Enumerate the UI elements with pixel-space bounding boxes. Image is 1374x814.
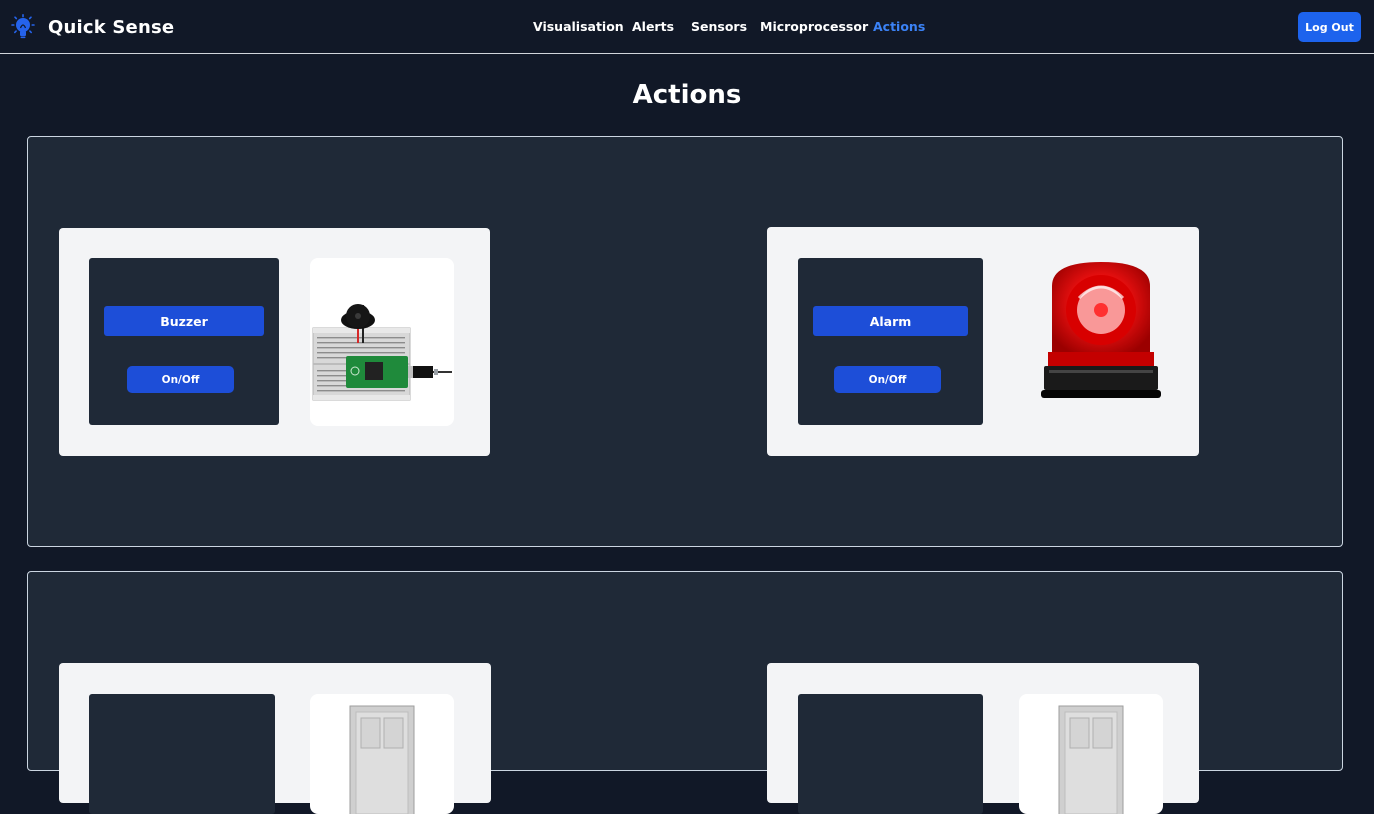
alarm-image [1019, 258, 1163, 426]
door-control-box-1 [89, 694, 275, 814]
nav-item-microprocessor[interactable]: Microprocessor [760, 19, 868, 34]
door-image-1 [310, 694, 454, 814]
top-navbar: Quick Sense Visualisation Alerts Sensors… [0, 0, 1374, 54]
alarm-control-box: Alarm On/Off [798, 258, 983, 425]
page-title: Actions [632, 80, 742, 110]
nav-item-actions[interactable]: Actions [873, 19, 925, 34]
door-card-2 [767, 663, 1199, 814]
door-icon [349, 705, 415, 814]
actions-panel-2 [27, 571, 1343, 814]
door-icon [1058, 705, 1124, 814]
actions-panel-1: Buzzer On/Off Alarm On/Off [27, 136, 1343, 547]
door-card-1 [59, 663, 491, 814]
nav-menu: Visualisation Alerts Sensors Microproces… [0, 19, 1374, 35]
nav-item-visualisation[interactable]: Visualisation [533, 19, 624, 34]
logout-button[interactable]: Log Out [1298, 12, 1361, 42]
buzzer-control-box: Buzzer On/Off [89, 258, 279, 425]
buzzer-image [310, 258, 454, 426]
buzzer-toggle-button[interactable]: On/Off [127, 366, 234, 393]
alarm-toggle-button[interactable]: On/Off [834, 366, 941, 393]
alarm-button[interactable]: Alarm [813, 306, 968, 336]
alarm-card: Alarm On/Off [767, 227, 1199, 456]
buzzer-card: Buzzer On/Off [59, 228, 490, 456]
nav-item-alerts[interactable]: Alerts [632, 19, 674, 34]
buzzer-button[interactable]: Buzzer [104, 306, 264, 336]
door-image-2 [1019, 694, 1163, 814]
nav-item-sensors[interactable]: Sensors [691, 19, 747, 34]
door-control-box-2 [798, 694, 983, 814]
red-alarm-siren-icon [1041, 262, 1161, 398]
buzzer-breadboard-icon [312, 304, 452, 401]
